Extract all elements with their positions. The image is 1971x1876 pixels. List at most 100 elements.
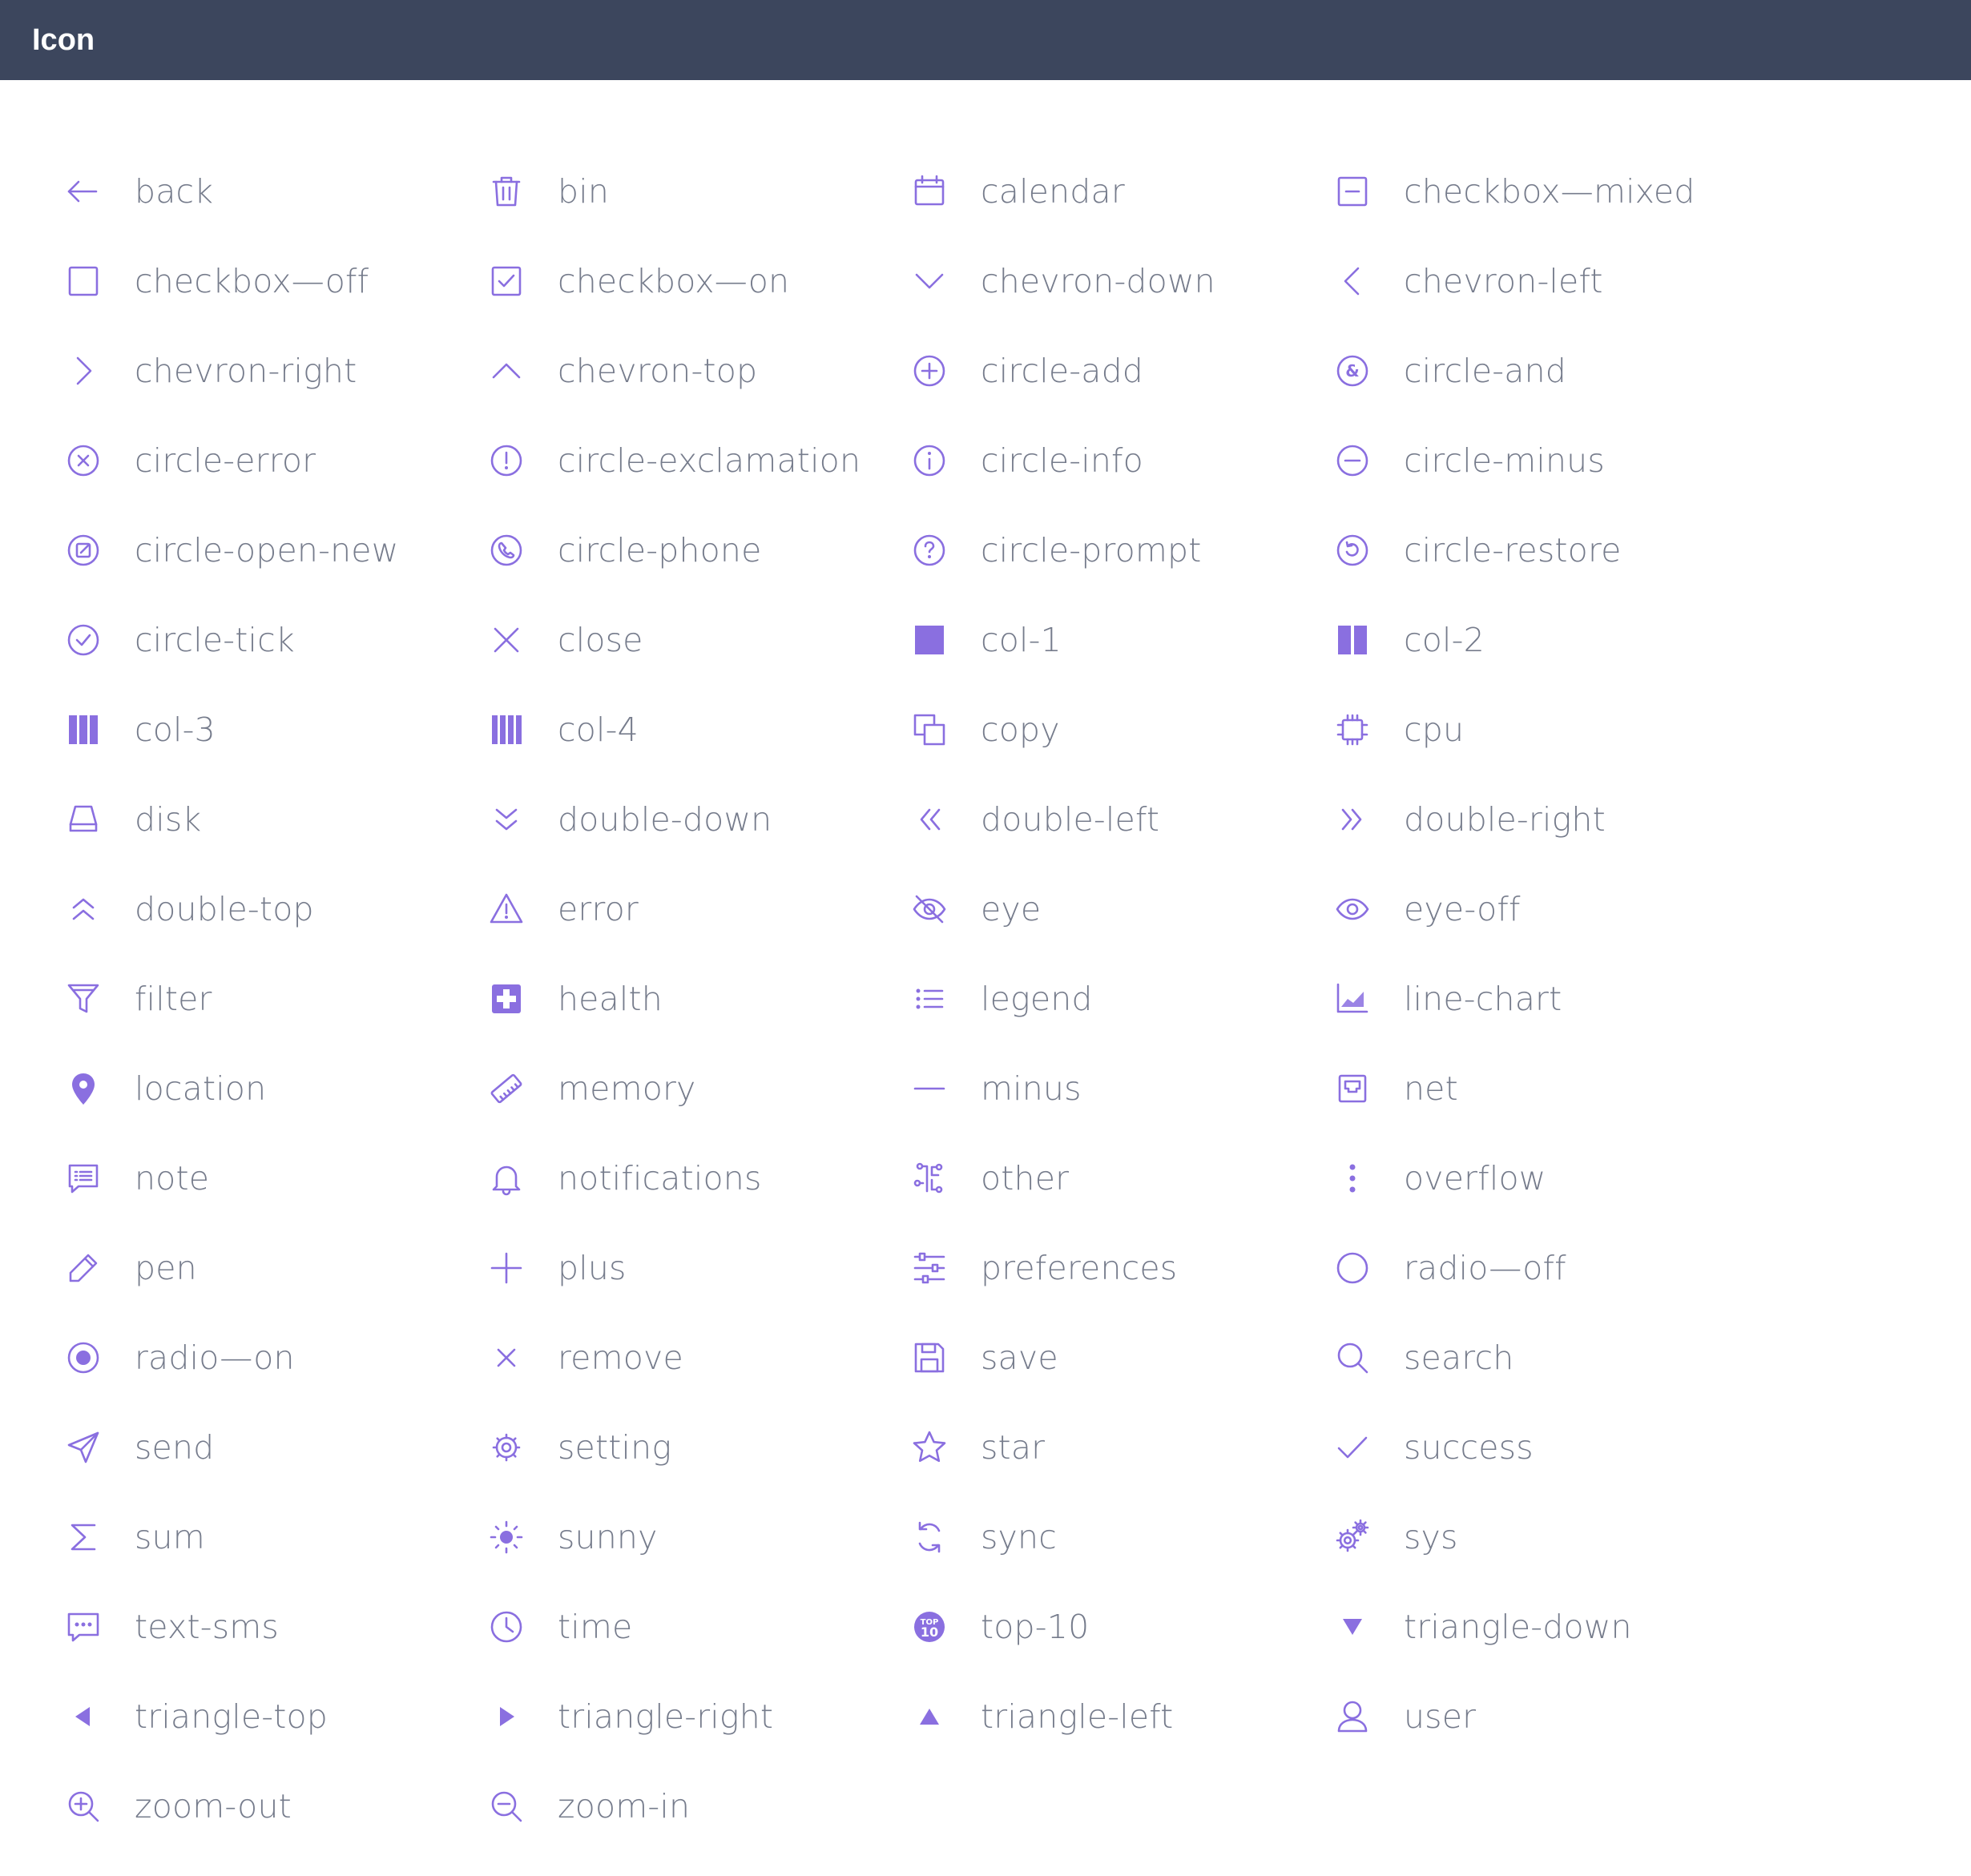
icon-entry-chevron-down: chevron-down xyxy=(910,236,1333,326)
icon-label: remove xyxy=(558,1339,683,1377)
icon-label: triangle-right xyxy=(558,1697,774,1736)
icon-label: triangle-top xyxy=(135,1697,328,1736)
icon-entry-radio-on: radio—on xyxy=(64,1313,487,1403)
radio-on-icon xyxy=(64,1339,103,1377)
icon-entry-success: success xyxy=(1333,1403,1756,1492)
icon-label: circle-tick xyxy=(135,621,295,659)
icon-entry-circle-and: & circle-and xyxy=(1333,326,1756,416)
circle-info-icon xyxy=(910,441,949,480)
icon-label: calendar xyxy=(981,172,1125,211)
icon-entry-net: net xyxy=(1333,1044,1756,1133)
icon-entry-chevron-right: chevron-right xyxy=(64,326,487,416)
icon-label: memory xyxy=(558,1069,696,1108)
back-icon xyxy=(64,172,103,211)
icon-entry-col-4: col-4 xyxy=(487,685,910,775)
icon-label: triangle-down xyxy=(1404,1608,1632,1646)
icon-entry-checkbox-on: checkbox—on xyxy=(487,236,910,326)
bin-icon xyxy=(487,172,526,211)
circle-exclamation-icon xyxy=(487,441,526,480)
icon-label: circle-phone xyxy=(558,531,762,570)
icon-entry-calendar: calendar xyxy=(910,147,1333,236)
icon-entry-note: note xyxy=(64,1133,487,1223)
icon-entry-time: time xyxy=(487,1582,910,1672)
sys-icon xyxy=(1333,1518,1372,1556)
icon-entry-double-top: double-top xyxy=(64,864,487,954)
icon-label: chevron-top xyxy=(558,352,758,390)
icon-entry-top-10: TOP 10 top-10 xyxy=(910,1582,1333,1672)
icon-label: sync xyxy=(981,1518,1057,1556)
icon-label: col-4 xyxy=(558,711,639,749)
icon-entry-triangle-left: triangle-left xyxy=(910,1672,1333,1761)
icon-label: circle-and xyxy=(1404,352,1566,390)
icon-label: other xyxy=(981,1159,1070,1198)
icon-label: copy xyxy=(981,711,1060,749)
health-icon xyxy=(487,980,526,1018)
icon-label: search xyxy=(1404,1339,1514,1377)
icon-entry-circle-prompt: circle-prompt xyxy=(910,505,1333,595)
triangle-down-icon xyxy=(1333,1608,1372,1646)
icon-label: radio—off xyxy=(1404,1249,1566,1287)
checkbox-on-icon xyxy=(487,262,526,300)
icon-label: sunny xyxy=(558,1518,658,1556)
icon-label: overflow xyxy=(1404,1159,1546,1198)
icon-label: bin xyxy=(558,172,610,211)
star-icon xyxy=(910,1428,949,1467)
icon-entry-circle-phone: circle-phone xyxy=(487,505,910,595)
line-chart-icon xyxy=(1333,980,1372,1018)
icon-entry-send: send xyxy=(64,1403,487,1492)
location-icon xyxy=(64,1069,103,1108)
icon-label: circle-info xyxy=(981,441,1143,480)
preferences-icon xyxy=(910,1249,949,1287)
disk-icon xyxy=(64,800,103,839)
icon-entry-overflow: overflow xyxy=(1333,1133,1756,1223)
icon-entry-triangle-top: triangle-top xyxy=(64,1672,487,1761)
pen-icon xyxy=(64,1249,103,1287)
sum-icon xyxy=(64,1518,103,1556)
icon-entry-circle-tick: circle-tick xyxy=(64,595,487,685)
time-icon xyxy=(487,1608,526,1646)
page-title: Icon xyxy=(32,22,95,57)
icon-label: time xyxy=(558,1608,633,1646)
double-left-icon xyxy=(910,800,949,839)
chevron-left-icon xyxy=(1333,262,1372,300)
icon-label: notifications xyxy=(558,1159,762,1198)
icon-entry-radio-off: radio—off xyxy=(1333,1223,1756,1313)
col-2-icon xyxy=(1333,621,1372,659)
icon-entry-triangle-right: triangle-right xyxy=(487,1672,910,1761)
zoom-out-icon xyxy=(64,1787,103,1826)
icon-entry-memory: memory xyxy=(487,1044,910,1133)
icon-label: sys xyxy=(1404,1518,1458,1556)
col-3-icon xyxy=(64,711,103,749)
icon-entry-location: location xyxy=(64,1044,487,1133)
icon-label: note xyxy=(135,1159,210,1198)
icon-entry-checkbox-off: checkbox—off xyxy=(64,236,487,326)
icon-entry-notifications: notifications xyxy=(487,1133,910,1223)
icon-label: double-left xyxy=(981,800,1160,839)
icon-entry-star: star xyxy=(910,1403,1333,1492)
icon-entry-double-right: double-right xyxy=(1333,775,1756,864)
icon-label: close xyxy=(558,621,643,659)
icon-label: sum xyxy=(135,1518,205,1556)
icon-entry-col-3: col-3 xyxy=(64,685,487,775)
icon-label: minus xyxy=(981,1069,1082,1108)
eye-icon xyxy=(910,890,949,928)
checkbox-mixed-icon xyxy=(1333,172,1372,211)
icon-label: health xyxy=(558,980,663,1018)
icon-label: circle-minus xyxy=(1404,441,1605,480)
circle-restore-icon xyxy=(1333,531,1372,570)
chevron-top-icon xyxy=(487,352,526,390)
icon-entry-minus: minus xyxy=(910,1044,1333,1133)
text-sms-icon xyxy=(64,1608,103,1646)
icon-entry-double-down: double-down xyxy=(487,775,910,864)
circle-error-icon xyxy=(64,441,103,480)
icon-label: cpu xyxy=(1404,711,1465,749)
icon-entry-cpu: cpu xyxy=(1333,685,1756,775)
icon-entry-health: health xyxy=(487,954,910,1044)
icon-label: success xyxy=(1404,1428,1534,1467)
icon-entry-eye-off: eye-off xyxy=(1333,864,1756,954)
icon-entry-double-left: double-left xyxy=(910,775,1333,864)
icon-label: send xyxy=(135,1428,215,1467)
sunny-icon xyxy=(487,1518,526,1556)
circle-add-icon xyxy=(910,352,949,390)
icon-label: circle-prompt xyxy=(981,531,1202,570)
